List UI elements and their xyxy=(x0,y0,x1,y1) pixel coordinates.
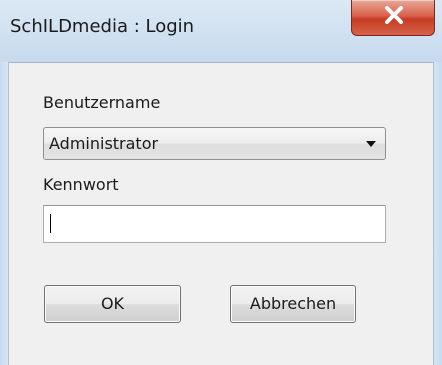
password-field[interactable] xyxy=(43,205,386,243)
username-label: Benutzername xyxy=(43,93,161,112)
login-window: SchILDmedia : Login Benutzername Adminis… xyxy=(0,0,442,365)
username-dropdown[interactable]: Administrator xyxy=(43,127,386,160)
cancel-button[interactable]: Abbrechen xyxy=(230,285,356,323)
window-frame-left xyxy=(0,62,8,365)
text-cursor xyxy=(50,214,51,233)
close-button[interactable] xyxy=(351,0,435,36)
password-label: Kennwort xyxy=(43,175,119,194)
ok-button[interactable]: OK xyxy=(44,285,181,323)
dialog-body: Benutzername Administrator Kennwort OK A… xyxy=(8,62,434,365)
window-frame-right xyxy=(434,62,442,365)
close-icon xyxy=(385,6,403,24)
chevron-down-icon xyxy=(366,141,376,147)
window-title: SchILDmedia : Login xyxy=(10,16,195,37)
title-bar: SchILDmedia : Login xyxy=(0,0,442,62)
username-selected-value: Administrator xyxy=(49,134,159,153)
